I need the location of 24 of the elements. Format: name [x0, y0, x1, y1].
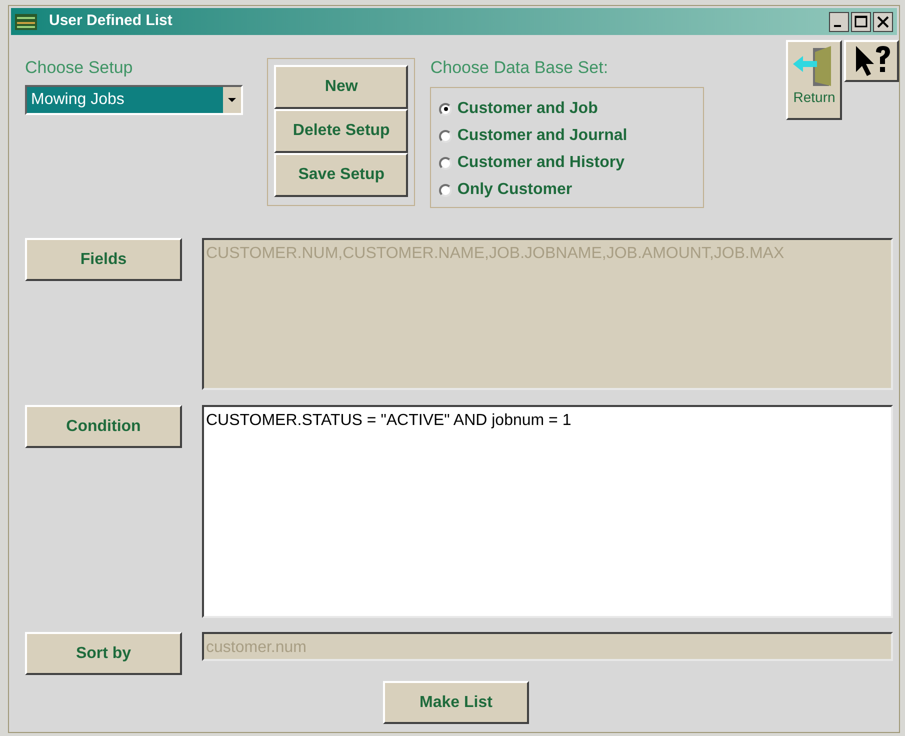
- app-icon: [15, 14, 37, 30]
- radio-label[interactable]: Customer and Job: [457, 97, 598, 121]
- radio-button[interactable]: [439, 184, 452, 196]
- setup-button[interactable]: Delete Setup: [274, 109, 408, 153]
- database-set-label: Choose Data Base Set:: [430, 57, 610, 79]
- radio-label[interactable]: Customer and History: [457, 151, 625, 175]
- setup-dropdown[interactable]: Mowing Jobs: [25, 84, 243, 114]
- radio-label[interactable]: Only Customer: [457, 178, 572, 202]
- radio-label[interactable]: Customer and Journal: [457, 124, 628, 148]
- setup-button[interactable]: Save Setup: [274, 153, 408, 197]
- setup-label: Choose Setup: [25, 57, 134, 79]
- radio-button[interactable]: [439, 102, 452, 116]
- setup-button[interactable]: New: [274, 65, 408, 109]
- condition-button[interactable]: Condition: [25, 405, 182, 448]
- maximize-icon[interactable]: [851, 12, 871, 32]
- radio-button[interactable]: [439, 156, 452, 170]
- return-button[interactable]: Return: [786, 40, 842, 120]
- radio-button[interactable]: [439, 130, 452, 142]
- window-title: User Defined List: [49, 11, 172, 32]
- help-button[interactable]: [844, 40, 899, 82]
- make-list-button[interactable]: Make List: [383, 681, 529, 724]
- minimize-icon[interactable]: [829, 12, 849, 32]
- condition-box[interactable]: CUSTOMER.STATUS = "ACTIVE" AND jobnum = 1: [202, 405, 893, 618]
- close-icon[interactable]: [873, 12, 893, 32]
